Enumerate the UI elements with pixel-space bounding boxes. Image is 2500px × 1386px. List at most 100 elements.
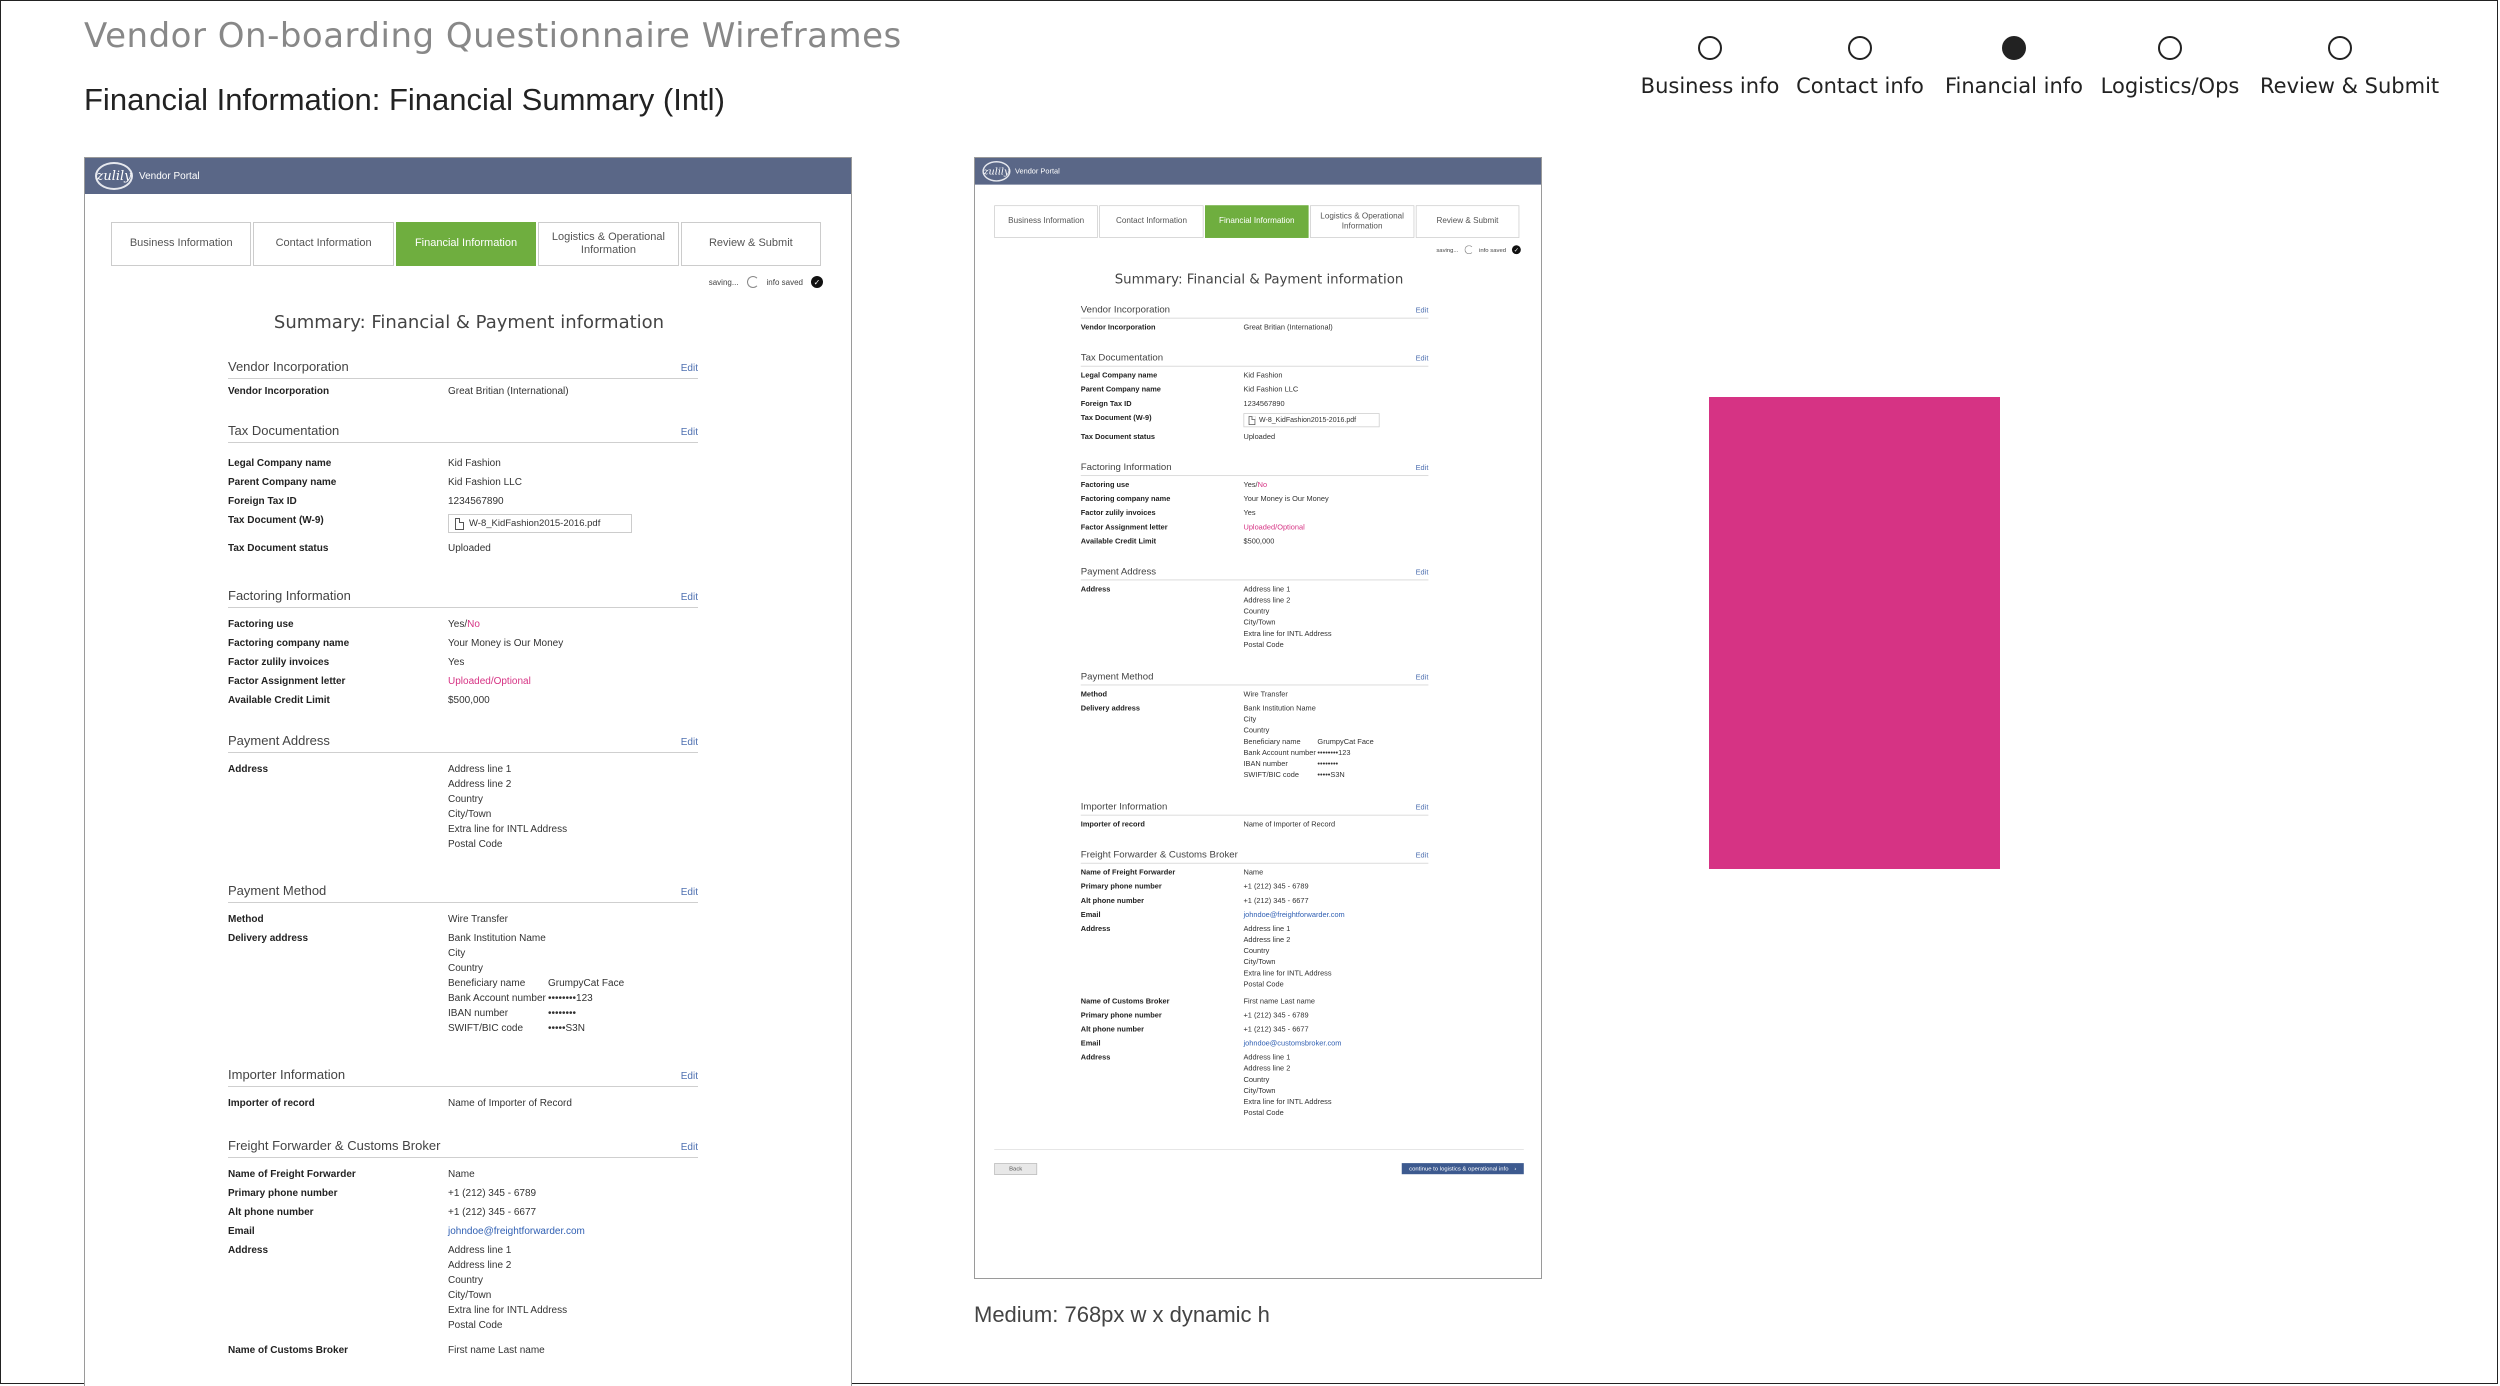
step-dot <box>2158 36 2182 60</box>
edit-link[interactable]: Edit <box>681 1071 698 1082</box>
field-value: Wire Transfer <box>448 913 509 925</box>
tab-review-submit[interactable]: Review & Submit <box>680 222 822 266</box>
tab-contact-information[interactable]: Contact Information <box>1099 205 1204 238</box>
info-row: Method Wire Transfer <box>1081 689 1429 699</box>
back-button[interactable]: Back <box>994 1162 1038 1175</box>
step-dot <box>2328 36 2352 60</box>
section-importer-information: Importer Information Edit Importer of rec… <box>1080 800 1429 830</box>
summary-title: Summary: Financial & Payment information <box>1114 271 1404 288</box>
address-line: Address line 1 <box>1243 585 1291 594</box>
bank-field-label: Beneficiary name <box>1243 737 1301 746</box>
edit-link[interactable]: Edit <box>681 592 698 603</box>
check-icon: ✓ <box>811 276 823 288</box>
field-label: Factor zulily invoices <box>228 656 330 668</box>
field-label: Importer of record <box>1080 820 1145 829</box>
edit-link[interactable]: Edit <box>1416 307 1429 315</box>
edit-link[interactable]: Edit <box>681 1142 698 1153</box>
continue-button[interactable]: continue to logistics & operational info… <box>1401 1163 1524 1175</box>
tab-bar: Business Information Contact Information… <box>994 205 1521 238</box>
assignment-letter-link[interactable]: Uploaded/Optional <box>448 675 698 688</box>
address-line: Address line 2 <box>1243 596 1291 605</box>
info-row: Address Address line 1 Address line 2 Co… <box>228 1244 698 1334</box>
edit-link[interactable]: Edit <box>681 427 698 438</box>
tab-contact-information[interactable]: Contact Information <box>253 222 394 266</box>
step-dot <box>1698 36 1722 60</box>
info-row: Importer of record Name of Importer of Re… <box>1081 820 1429 830</box>
info-row: Name of Customs Broker First name Last na… <box>228 1344 698 1357</box>
section-payment-address: Payment Address Edit Address Address line… <box>1080 565 1429 651</box>
tab-logistics-operational-information[interactable]: Logistics & Operational Information <box>1310 205 1415 238</box>
factoring-no: No <box>1257 480 1268 489</box>
info-row: Factoring use Yes/No <box>228 618 698 631</box>
tax-document-file[interactable]: W-8_KidFashion2015-2016.pdf <box>448 514 632 533</box>
section-title: Tax Documentation <box>228 423 340 438</box>
email-link[interactable]: johndoe@freightforwarder.com <box>1243 910 1428 920</box>
address-line: Postal Code <box>1243 980 1284 989</box>
info-row: Address Address line 1 Address line 2 Co… <box>1081 1053 1429 1120</box>
continue-label: continue to logistics & operational info <box>1409 1165 1509 1172</box>
info-row: Factoring company name Your Money is Our … <box>1081 494 1429 504</box>
field-value: First name Last name <box>1243 997 1316 1006</box>
section-freight-forwarder: Freight Forwarder & Customs Broker Edit N… <box>1080 848 1429 1120</box>
tab-review-submit[interactable]: Review & Submit <box>1415 205 1520 238</box>
portal-header: zulily Vendor Portal <box>85 158 851 194</box>
tab-business-information[interactable]: Business Information <box>111 222 252 266</box>
tab-business-information[interactable]: Business Information <box>994 205 1099 238</box>
field-value: +1 (212) 345 - 6789 <box>1243 882 1309 891</box>
edit-link[interactable]: Edit <box>681 887 698 898</box>
step-review-submit[interactable]: Review & Submit <box>2260 36 2439 98</box>
info-row: Address Address line 1 Address line 2 Co… <box>1081 924 1429 991</box>
edit-link[interactable]: Edit <box>1416 568 1429 576</box>
step-contact-info[interactable]: Contact info <box>1790 36 1930 98</box>
section-title: Payment Method <box>228 882 327 898</box>
info-row: Vendor Incorporation Great Britian (Inter… <box>1081 323 1429 333</box>
address-line: Address line 2 <box>448 778 512 790</box>
info-row: Factor zulily invoices Yes <box>228 656 698 669</box>
edit-link[interactable]: Edit <box>1416 673 1429 681</box>
address-line: Address line 1 <box>1243 924 1291 933</box>
tax-document-file[interactable]: W-8_KidFashion2015-2016.pdf <box>1243 413 1380 428</box>
bank-field-label: Bank Account number <box>448 992 546 1004</box>
saving-text: saving... <box>1436 246 1459 254</box>
breakpoint-caption: Medium: 768px w x dynamic h <box>974 1302 1270 1327</box>
field-value: Kid Fashion <box>448 458 501 469</box>
address-line: City/Town <box>448 1289 492 1301</box>
tab-financial-information[interactable]: Financial Information <box>1204 205 1309 238</box>
tab-financial-information[interactable]: Financial Information <box>395 222 537 266</box>
email-link[interactable]: johndoe@freightforwarder.com <box>448 1225 698 1238</box>
email-link[interactable]: johndoe@customsbroker.com <box>1243 1038 1428 1048</box>
address-line: Address line 2 <box>448 1259 512 1271</box>
edit-link[interactable]: Edit <box>681 363 698 374</box>
field-label: Factoring use <box>1080 480 1130 489</box>
step-financial-info[interactable]: Financial info <box>1944 36 2084 98</box>
address-line: City/Town <box>1243 1086 1276 1095</box>
edit-link[interactable]: Edit <box>1416 464 1429 472</box>
bank-line: Country <box>1243 726 1270 735</box>
document-icon <box>1248 415 1256 425</box>
check-icon: ✓ <box>1511 245 1521 255</box>
placeholder-block <box>1709 397 2000 869</box>
tab-logistics-operational-information[interactable]: Logistics & Operational Information <box>538 222 679 266</box>
field-value: Great Britian (International) <box>1243 323 1333 332</box>
section-payment-method: Payment Method Edit Method Wire Transfer D… <box>1080 670 1429 781</box>
info-row: Primary phone number +1 (212) 345 - 6789 <box>228 1187 698 1200</box>
field-label: Address <box>1080 585 1111 594</box>
address-line: Country <box>1243 1075 1270 1084</box>
field-label: Email <box>228 1225 255 1237</box>
step-logistics-ops[interactable]: Logistics/Ops <box>2100 36 2240 98</box>
field-value: Kid Fashion <box>1243 371 1283 380</box>
info-row: Foreign Tax ID 1234567890 <box>1081 399 1429 409</box>
edit-link[interactable]: Edit <box>1416 803 1429 811</box>
section-title: Payment Address <box>228 732 330 748</box>
edit-link[interactable]: Edit <box>1416 355 1429 363</box>
address-line: Extra line for INTL Address <box>448 1304 568 1316</box>
assignment-letter-link[interactable]: Uploaded/Optional <box>1243 522 1428 532</box>
edit-link[interactable]: Edit <box>681 737 698 748</box>
field-label: Available Credit Limit <box>228 694 330 706</box>
factoring-yes: Yes/ <box>1243 480 1258 489</box>
step-business-info[interactable]: Business info <box>1640 36 1780 98</box>
address-line: Extra line for INTL Address <box>1243 968 1332 978</box>
field-value: Uploaded <box>1243 432 1276 441</box>
edit-link[interactable]: Edit <box>1416 851 1429 859</box>
info-row: Alt phone number +1 (212) 345 - 6677 <box>1081 1024 1429 1034</box>
